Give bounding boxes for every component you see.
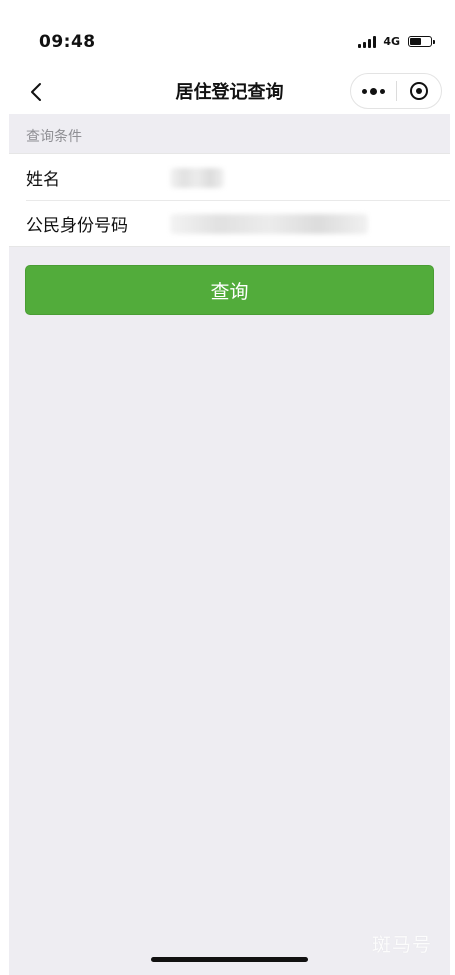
more-dots-icon xyxy=(361,87,385,95)
name-row: 姓名 xyxy=(9,154,450,200)
name-input[interactable] xyxy=(153,162,450,192)
home-indicator[interactable] xyxy=(151,957,308,962)
id-number-label: 公民身份号码 xyxy=(26,215,128,236)
network-type: 4G xyxy=(383,35,400,48)
battery-icon xyxy=(408,36,435,47)
query-button[interactable]: 查询 xyxy=(25,265,434,315)
navigation-bar: 居住登记查询 xyxy=(9,70,450,114)
id-number-input[interactable] xyxy=(153,208,450,238)
target-circle-icon xyxy=(409,82,428,100)
status-bar: 09:48 4G xyxy=(9,0,450,70)
app-screen: 09:48 4G 居住登记查询 查询条件 姓名 公民身份号码 查询 斑马号 xyxy=(9,0,450,975)
battery-level xyxy=(410,38,421,45)
name-label: 姓名 xyxy=(26,169,60,190)
main-content: 查询条件 姓名 公民身份号码 查询 xyxy=(9,114,450,975)
close-program-button[interactable] xyxy=(397,74,442,108)
more-button[interactable] xyxy=(351,74,396,108)
query-form: 姓名 公民身份号码 xyxy=(9,153,450,247)
id-number-row: 公民身份号码 xyxy=(9,200,450,246)
signal-icon xyxy=(358,35,377,48)
watermark: 斑马号 xyxy=(371,934,432,956)
section-header: 查询条件 xyxy=(26,129,82,145)
status-time: 09:48 xyxy=(39,32,96,52)
mini-program-capsule xyxy=(350,73,442,109)
status-indicators: 4G xyxy=(358,35,435,48)
